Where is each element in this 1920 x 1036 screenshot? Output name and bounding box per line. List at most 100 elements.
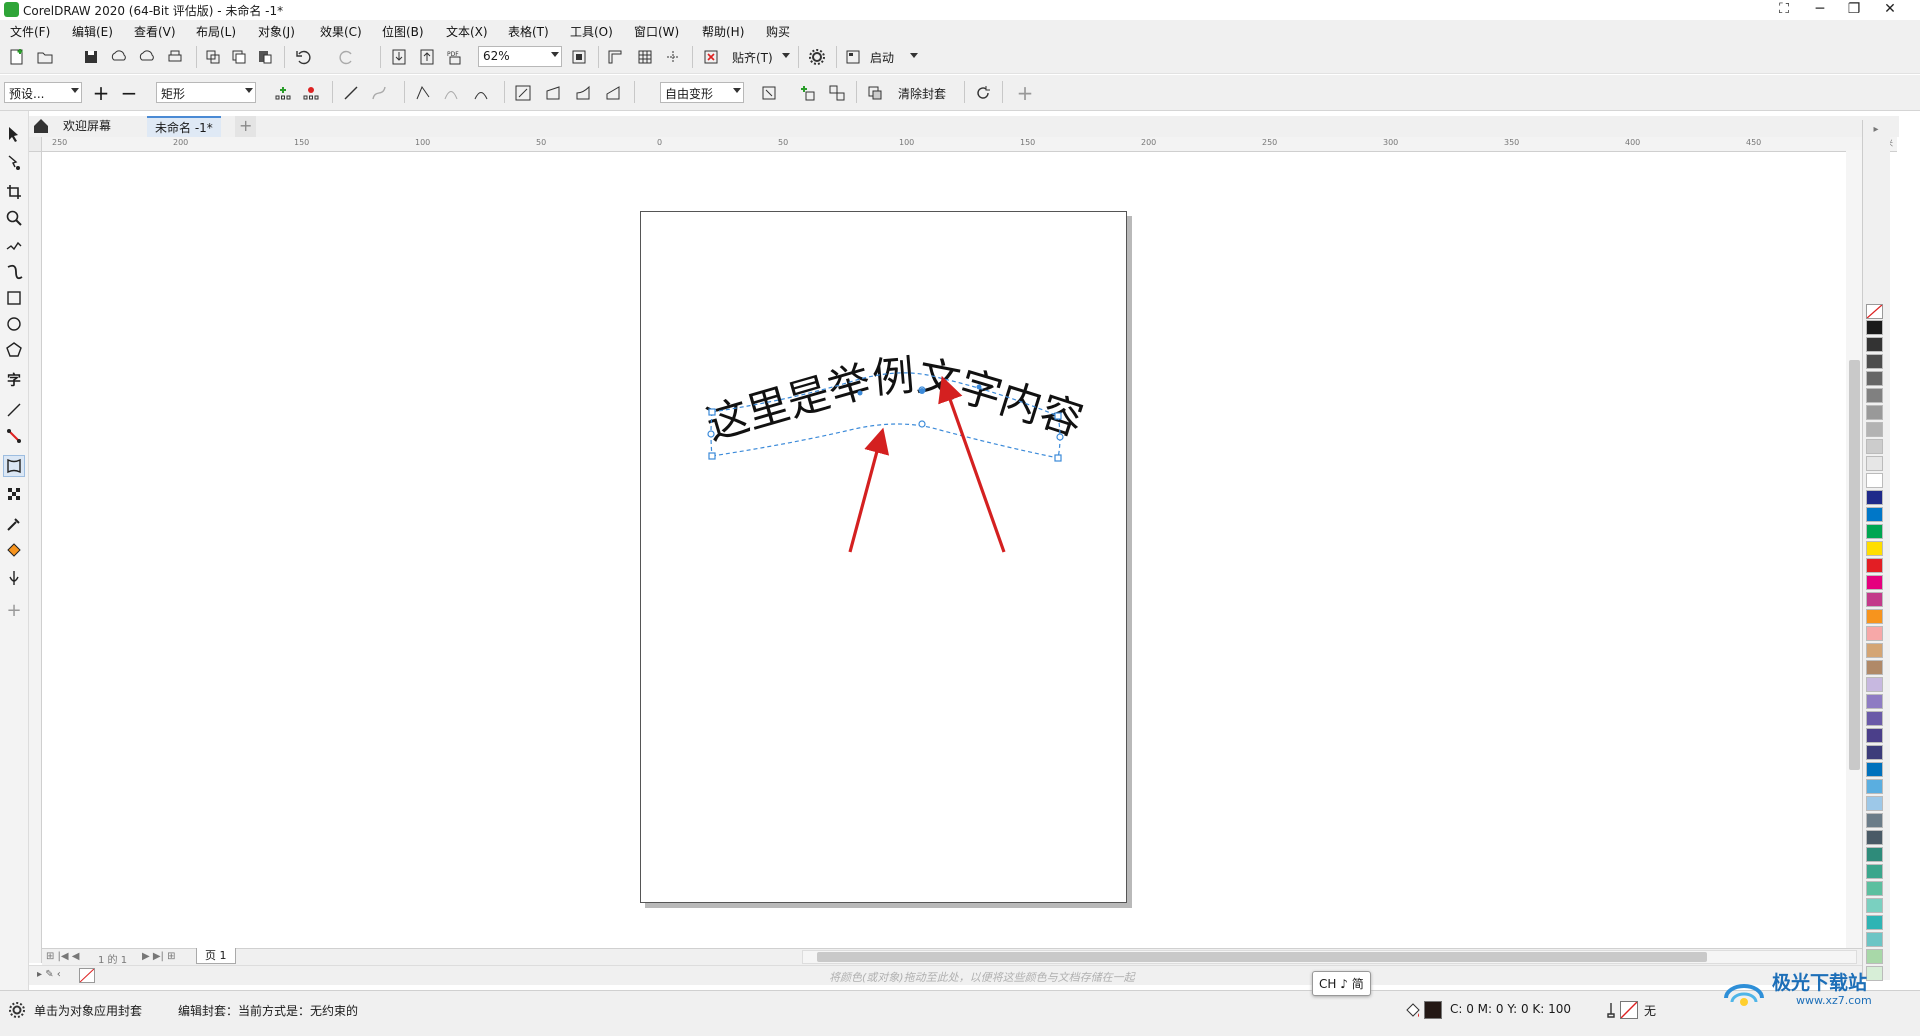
menu-effects[interactable]: 效果(C) xyxy=(320,23,362,40)
clear-envelope-button[interactable]: 清除封套 xyxy=(898,85,946,102)
show-rulers-icon[interactable] xyxy=(604,46,626,68)
menu-help[interactable]: 帮助(H) xyxy=(702,23,744,40)
menu-bitmaps[interactable]: 位图(B) xyxy=(382,23,424,40)
color-swatch[interactable] xyxy=(1866,320,1883,335)
copy-envelope-properties-icon[interactable] xyxy=(972,82,994,104)
menu-file[interactable]: 文件(F) xyxy=(10,23,50,40)
connector-tool-icon[interactable] xyxy=(3,425,25,447)
color-swatch[interactable] xyxy=(1866,490,1883,505)
envelope-double-arc-icon[interactable] xyxy=(572,82,594,104)
snap-dropdown-arrow[interactable] xyxy=(782,53,790,58)
menu-layout[interactable]: 布局(L) xyxy=(196,23,236,40)
no-color-swatch[interactable] xyxy=(1866,304,1883,319)
ruler-origin[interactable] xyxy=(29,137,42,152)
color-swatch[interactable] xyxy=(1866,405,1883,420)
color-swatch[interactable] xyxy=(1866,524,1883,539)
cloud-download-icon[interactable] xyxy=(108,46,130,68)
mapping-mode-select[interactable]: 自由变形 xyxy=(660,82,744,103)
color-swatch[interactable] xyxy=(1866,881,1883,896)
input-method-indicator[interactable]: CH ♪ 简 xyxy=(1312,971,1371,996)
page-navigation-controls[interactable]: ⊞ |◀ ◀ xyxy=(46,951,80,962)
color-swatch[interactable] xyxy=(1866,677,1883,692)
restore-button[interactable]: ❐ xyxy=(1840,0,1868,20)
color-swatch[interactable] xyxy=(1866,507,1883,522)
copy-icon[interactable] xyxy=(228,46,250,68)
customize-add-icon[interactable]: + xyxy=(1014,81,1036,105)
tab-document[interactable]: 未命名 -1* xyxy=(147,116,221,137)
undo-icon[interactable] xyxy=(292,46,314,68)
horizontal-scroll-thumb[interactable] xyxy=(817,952,1707,962)
color-swatch[interactable] xyxy=(1866,456,1883,471)
new-document-icon[interactable] xyxy=(6,46,28,68)
remove-preset-icon[interactable]: − xyxy=(118,81,140,105)
minimize-button[interactable]: ─ xyxy=(1806,0,1834,20)
color-swatch[interactable] xyxy=(1866,422,1883,437)
launch-icon[interactable] xyxy=(842,46,864,68)
palette-scroll-up-icon[interactable]: ▸ xyxy=(1866,124,1886,138)
launch-button[interactable]: 启动 xyxy=(870,49,894,66)
color-swatch[interactable] xyxy=(1866,558,1883,573)
preset-select[interactable]: 预设... xyxy=(4,82,82,103)
transparency-tool-icon[interactable] xyxy=(3,483,25,505)
freehand-tool-icon[interactable] xyxy=(3,235,25,257)
color-swatch[interactable] xyxy=(1866,592,1883,607)
create-envelope-from-icon[interactable] xyxy=(826,82,848,104)
menu-table[interactable]: 表格(T) xyxy=(508,23,549,40)
color-swatch[interactable] xyxy=(1866,864,1883,879)
add-new-envelope-icon[interactable] xyxy=(796,82,818,104)
color-swatch[interactable] xyxy=(1866,745,1883,760)
horizontal-scrollbar[interactable] xyxy=(802,950,1857,964)
save-icon[interactable] xyxy=(80,46,102,68)
add-preset-icon[interactable]: + xyxy=(90,81,112,105)
menu-tools[interactable]: 工具(O) xyxy=(570,23,613,40)
pick-tool-icon[interactable] xyxy=(3,123,25,145)
color-swatch[interactable] xyxy=(1866,660,1883,675)
menu-window[interactable]: 窗口(W) xyxy=(634,23,679,40)
eyedropper-tool-icon[interactable] xyxy=(3,513,25,535)
color-swatch[interactable] xyxy=(1866,796,1883,811)
color-swatch[interactable] xyxy=(1866,813,1883,828)
color-swatch[interactable] xyxy=(1866,473,1883,488)
menu-object[interactable]: 对象(J) xyxy=(258,23,295,40)
add-nodes-icon[interactable] xyxy=(272,82,294,104)
ellipse-tool-icon[interactable] xyxy=(3,313,25,335)
options-gear-icon[interactable] xyxy=(806,46,828,68)
menu-buy[interactable]: 购买 xyxy=(766,23,790,40)
fill-color-swatch[interactable] xyxy=(1424,1001,1442,1019)
smooth-node-icon[interactable] xyxy=(440,82,462,104)
show-grid-icon[interactable] xyxy=(634,46,656,68)
menu-text[interactable]: 文本(X) xyxy=(446,23,488,40)
envelope-single-arc-icon[interactable] xyxy=(542,82,564,104)
color-swatch[interactable] xyxy=(1866,847,1883,862)
show-guidelines-icon[interactable] xyxy=(662,46,684,68)
color-swatch[interactable] xyxy=(1866,728,1883,743)
paste-icon[interactable] xyxy=(254,46,276,68)
outline-color-swatch[interactable] xyxy=(1620,1001,1638,1019)
color-swatch[interactable] xyxy=(1866,626,1883,641)
symmetrical-node-icon[interactable] xyxy=(470,82,492,104)
envelope-tool-icon[interactable] xyxy=(3,455,25,477)
crop-tool-icon[interactable] xyxy=(3,181,25,203)
fill-bucket-icon[interactable] xyxy=(1402,999,1424,1021)
keep-lines-icon[interactable] xyxy=(758,82,780,104)
publish-pdf-icon[interactable]: PDF xyxy=(444,46,466,68)
to-line-icon[interactable] xyxy=(340,82,362,104)
horizontal-ruler[interactable]: 250 200 150 100 50 0 50 100 150 200 250 300 350 400 45… xyxy=(42,137,1897,152)
outline-pen-icon[interactable] xyxy=(1600,999,1622,1021)
text-tool-icon[interactable]: 字 xyxy=(3,369,25,391)
color-swatch[interactable] xyxy=(1866,694,1883,709)
color-swatch[interactable] xyxy=(1866,439,1883,454)
vertical-scroll-thumb[interactable] xyxy=(1849,360,1860,770)
new-tab-icon[interactable]: + xyxy=(235,116,257,137)
color-swatch[interactable] xyxy=(1866,388,1883,403)
color-swatch[interactable] xyxy=(1866,898,1883,913)
color-swatch[interactable] xyxy=(1866,830,1883,845)
vertical-ruler[interactable] xyxy=(29,137,42,963)
parallel-dimension-tool-icon[interactable] xyxy=(3,399,25,421)
full-screen-icon[interactable] xyxy=(568,46,590,68)
zoom-tool-icon[interactable] xyxy=(3,207,25,229)
color-swatch[interactable] xyxy=(1866,779,1883,794)
selection-mode-select[interactable]: 矩形 xyxy=(156,82,256,103)
snap-to-button[interactable]: 贴齐(T) xyxy=(732,49,773,66)
color-swatch[interactable] xyxy=(1866,915,1883,930)
